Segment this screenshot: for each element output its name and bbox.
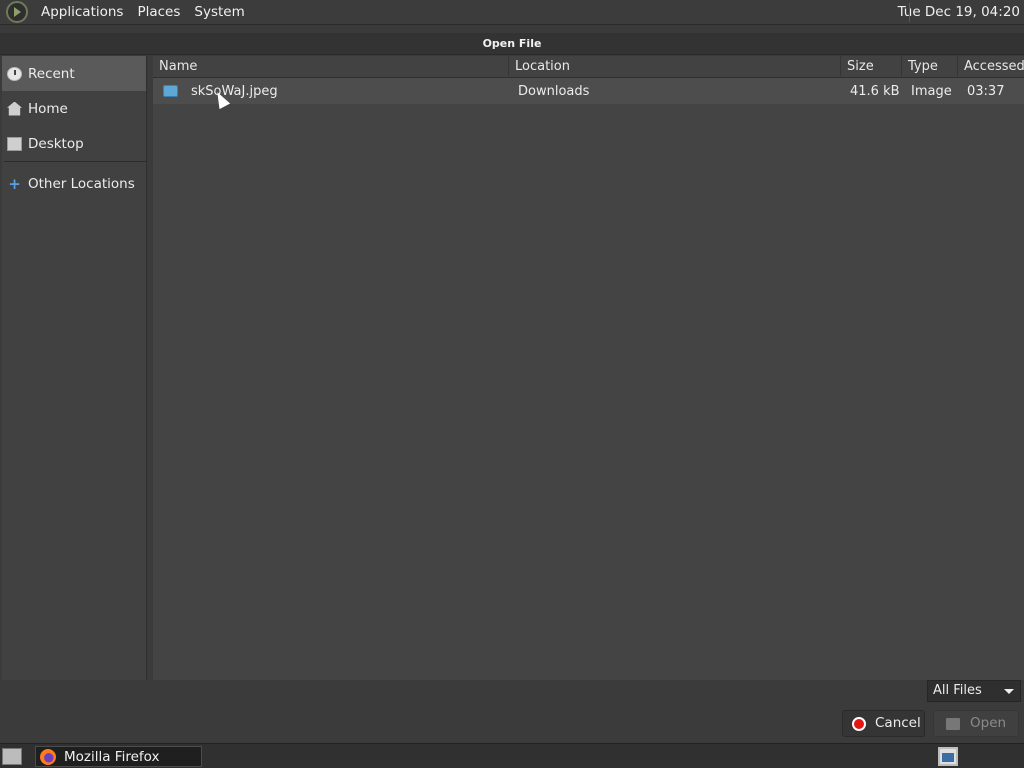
plus-icon: +	[8, 174, 21, 193]
table-row[interactable]: skSoWaJ.jpeg Downloads 41.6 kB Image 03:…	[153, 78, 1024, 104]
clock-icon	[7, 66, 22, 81]
bottom-taskbar: Mozilla Firefox	[0, 743, 1024, 768]
clock[interactable]: Tue Dec 19, 04:20	[898, 4, 1024, 20]
open-button[interactable]: Open	[933, 710, 1019, 737]
file-list: Name Location Size Type Accessed skSoWaJ…	[153, 55, 1024, 680]
open-file-dialog: Open File Recent Home Desktop + Other Lo…	[0, 33, 1024, 742]
menu-places[interactable]: Places	[130, 4, 187, 20]
column-header-type[interactable]: Type	[902, 55, 958, 78]
column-header-size[interactable]: Size	[841, 55, 902, 78]
file-name: skSoWaJ.jpeg	[191, 83, 278, 99]
file-size: 41.6 kB	[850, 83, 900, 99]
places-sidebar: Recent Home Desktop + Other Locations	[2, 56, 147, 680]
column-header-accessed[interactable]: Accessed	[958, 56, 1024, 78]
sidebar-item-home[interactable]: Home	[2, 91, 146, 126]
column-header-name[interactable]: Name	[153, 55, 509, 78]
taskbar-item-firefox[interactable]: Mozilla Firefox	[35, 746, 202, 767]
top-panel: Applications Places System Tue Dec 19, 0…	[0, 0, 1024, 25]
column-header-location[interactable]: Location	[509, 55, 841, 78]
dialog-title: Open File	[0, 33, 1024, 55]
sidebar-item-label: Desktop	[28, 135, 84, 152]
desktop-icon	[7, 136, 22, 151]
sidebar-item-other-locations[interactable]: + Other Locations	[2, 166, 146, 201]
file-filter-dropdown[interactable]: All Files	[927, 680, 1021, 702]
sidebar-item-recent[interactable]: Recent	[2, 56, 146, 91]
file-accessed: 03:37	[967, 83, 1005, 99]
distro-logo-icon[interactable]	[6, 1, 28, 23]
sidebar-divider	[4, 161, 146, 162]
file-name-cell: skSoWaJ.jpeg	[153, 84, 509, 99]
workspace-switcher-icon[interactable]	[938, 747, 958, 766]
cancel-button[interactable]: Cancel	[842, 710, 925, 737]
column-headers: Name Location Size Type Accessed	[153, 55, 1024, 78]
cancel-label: Cancel	[875, 715, 921, 731]
open-folder-icon	[946, 717, 960, 730]
file-type: Image	[911, 83, 952, 99]
menu-applications[interactable]: Applications	[34, 4, 130, 20]
firefox-icon	[40, 748, 56, 765]
cancel-icon	[852, 716, 866, 731]
sidebar-item-label: Recent	[28, 65, 75, 82]
taskbar-item-label: Mozilla Firefox	[64, 748, 160, 765]
show-desktop-icon[interactable]	[2, 748, 22, 765]
image-file-icon	[163, 85, 178, 97]
dialog-action-area: All Files Cancel Open	[0, 680, 1024, 742]
sidebar-item-desktop[interactable]: Desktop	[2, 126, 146, 161]
file-location: Downloads	[518, 83, 590, 99]
open-label: Open	[970, 715, 1007, 731]
menu-system[interactable]: System	[187, 4, 251, 20]
panel-separator	[909, 3, 910, 22]
sidebar-item-label: Other Locations	[28, 175, 135, 192]
sidebar-item-label: Home	[28, 100, 68, 117]
home-icon	[7, 101, 22, 116]
